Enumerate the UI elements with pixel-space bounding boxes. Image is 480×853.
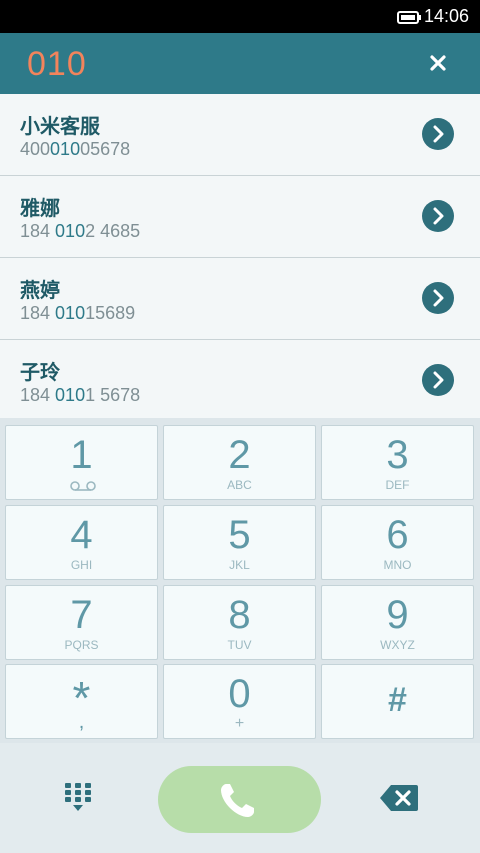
key-digit: 1 <box>70 433 93 477</box>
chevron-right-icon <box>433 371 444 389</box>
key-digit: 3 <box>386 433 409 477</box>
key-8[interactable]: 8 TUV <box>163 585 316 660</box>
key-letters: PQRS <box>64 638 99 652</box>
key-letters: GHI <box>70 558 93 572</box>
contact-detail-button[interactable] <box>422 200 454 232</box>
contact-name: 子玲 <box>20 360 60 384</box>
key-3[interactable]: 3 DEF <box>321 425 474 500</box>
backspace-button[interactable] <box>379 783 419 813</box>
chevron-right-icon <box>433 289 444 307</box>
status-bar: 14:06 <box>0 0 480 33</box>
key-letters: + <box>234 715 245 732</box>
dialed-number: 010 <box>27 45 87 83</box>
contact-number: 184 01015689 <box>20 303 136 323</box>
key-letters: WXYZ <box>380 638 415 652</box>
dialpad-toggle-button[interactable] <box>63 781 93 813</box>
key-digit: 0 <box>228 672 251 716</box>
match-highlight: 010 <box>55 221 86 241</box>
match-highlight: 010 <box>50 139 81 159</box>
contact-number: 40001005678 <box>20 139 131 159</box>
key-digit: 5 <box>228 513 251 557</box>
key-7[interactable]: 7 PQRS <box>5 585 158 660</box>
key-digit: 9 <box>386 593 409 637</box>
key-letters: , <box>78 711 85 733</box>
key-2[interactable]: 2 ABC <box>163 425 316 500</box>
key-digit: 8 <box>228 593 251 637</box>
voicemail-icon <box>70 481 96 491</box>
contact-name: 燕婷 <box>20 278 60 302</box>
key-0[interactable]: 0 + <box>163 664 316 739</box>
key-letters: JKL <box>229 558 250 572</box>
contact-item[interactable]: 子玲 184 0101 5678 <box>0 340 480 420</box>
contact-item[interactable]: 燕婷 184 01015689 <box>0 258 480 340</box>
contact-suggestions: 小米客服 40001005678 雅娜 184 0102 4685 燕婷 184… <box>0 94 480 420</box>
key-digit: 2 <box>228 433 251 477</box>
chevron-right-icon <box>433 125 444 143</box>
contact-number: 184 0102 4685 <box>20 221 141 241</box>
contact-number: 184 0101 5678 <box>20 385 141 405</box>
dial-keypad: 1 2 ABC 3 DEF 4 GHI 5 JKL 6 MNO 7 PQRS 8… <box>0 418 480 743</box>
clear-button[interactable] <box>422 47 454 79</box>
key-5[interactable]: 5 JKL <box>163 505 316 580</box>
key-digit: # <box>388 681 407 719</box>
battery-icon <box>397 11 421 24</box>
key-star[interactable]: * , <box>5 664 158 739</box>
key-digit: 7 <box>70 593 93 637</box>
key-4[interactable]: 4 GHI <box>5 505 158 580</box>
key-digit: 6 <box>386 513 409 557</box>
contact-name: 小米客服 <box>20 114 100 138</box>
dial-header: 010 <box>0 33 480 94</box>
key-letters: DEF <box>385 478 410 492</box>
dialpad-icon <box>65 783 91 811</box>
match-highlight: 010 <box>55 303 86 323</box>
key-digit: 4 <box>70 513 93 557</box>
chevron-right-icon <box>433 207 444 225</box>
contact-name: 雅娜 <box>20 196 60 220</box>
call-button[interactable] <box>158 766 321 833</box>
status-time: 14:06 <box>424 6 470 26</box>
phone-icon <box>221 784 254 817</box>
call-action-bar <box>0 743 480 853</box>
key-6[interactable]: 6 MNO <box>321 505 474 580</box>
backspace-icon <box>380 785 418 811</box>
key-9[interactable]: 9 WXYZ <box>321 585 474 660</box>
close-icon <box>430 55 446 71</box>
contact-detail-button[interactable] <box>422 118 454 150</box>
key-hash[interactable]: # <box>321 664 474 739</box>
key-letters: TUV <box>227 638 252 652</box>
match-highlight: 010 <box>55 385 86 405</box>
contact-detail-button[interactable] <box>422 364 454 396</box>
contact-item[interactable]: 雅娜 184 0102 4685 <box>0 176 480 258</box>
contact-detail-button[interactable] <box>422 282 454 314</box>
contact-item[interactable]: 小米客服 40001005678 <box>0 94 480 176</box>
key-letters: ABC <box>227 478 252 492</box>
key-letters: MNO <box>383 558 412 572</box>
key-1[interactable]: 1 <box>5 425 158 500</box>
